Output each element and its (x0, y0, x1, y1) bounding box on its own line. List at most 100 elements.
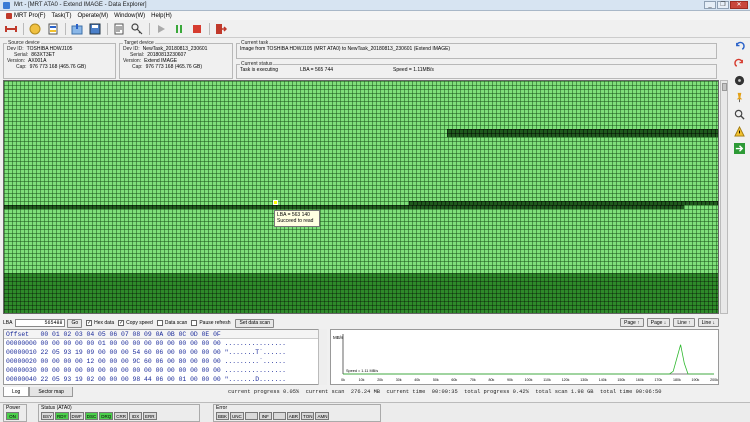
window-title: Mrt - [MRT ATA0 - Extend IMAGE - Data Ex… (14, 2, 147, 8)
status-led-dsc: DSC (84, 412, 99, 420)
x-tick-label: 160k (636, 378, 644, 382)
menu-window[interactable]: Window(W) (114, 13, 145, 19)
current-task-group: Current task Image from TOSHIBA HDWJ105 … (236, 40, 717, 59)
warning-icon[interactable] (734, 125, 746, 137)
exit-icon[interactable] (214, 22, 228, 36)
minimize-button[interactable]: _ (704, 1, 716, 9)
go-button[interactable]: Go (67, 318, 83, 328)
sector-tooltip: LBA = 563 140 Succeed to read (274, 210, 320, 227)
connect-icon[interactable] (4, 22, 18, 36)
x-tick-label: 150k (617, 378, 625, 382)
pause-refresh-checkbox[interactable]: Pause refresh (191, 320, 230, 326)
y-axis-label: MB/s (333, 335, 344, 340)
redo-icon[interactable] (734, 57, 746, 69)
play-icon[interactable] (154, 22, 168, 36)
hex-row: 00000030 00 00 00 00 00 00 00 00 00 00 0… (6, 367, 286, 374)
hex-scrollbar[interactable] (318, 329, 327, 385)
status-ata-group: Status (ATA0) BSY RDY DWF DSC DRQ CRR IDX ERR (38, 404, 200, 422)
status-led-bsy: BSY (41, 412, 55, 420)
close-button[interactable]: ✕ (730, 1, 748, 9)
bottom-tabs: Log Sector map (3, 387, 73, 397)
x-tick-label: 130k (580, 378, 588, 382)
error-led-unc: UNC (230, 412, 244, 420)
x-tick-label: 10k (359, 378, 365, 382)
error-led-amn: AMN (315, 412, 330, 420)
properties-icon[interactable] (112, 22, 126, 36)
scrollbar-thumb[interactable] (722, 83, 727, 91)
key-icon[interactable] (130, 22, 144, 36)
error-led-blank-4 (272, 412, 286, 420)
hex-row: 00000000 00 00 00 00 00 01 00 00 00 00 0… (6, 340, 286, 347)
controls-row: LBA Go ✓Hex data ✓Copy speed Data scan P… (3, 318, 719, 328)
x-tick-label: 90k (507, 378, 513, 382)
error-led-abr: ABR (286, 412, 301, 420)
pin-icon[interactable] (734, 91, 746, 103)
current-task-text: Image from TOSHIBA HDWJ105 (MRT ATA0) to… (240, 46, 451, 52)
sector-map[interactable] (3, 80, 719, 314)
hex-data-checkbox[interactable]: ✓ Hex data (86, 320, 114, 326)
undo-icon[interactable] (734, 40, 746, 52)
set-data-scan-button[interactable]: Set data scan (235, 318, 275, 328)
lba-input[interactable] (15, 319, 66, 327)
forward-icon[interactable] (734, 142, 746, 154)
status-led-crr: CRR (114, 412, 129, 420)
menu-operate[interactable]: Operate(M) (77, 13, 108, 19)
unread-run-1 (447, 129, 718, 137)
maximize-button[interactable]: ❐ (717, 1, 729, 9)
toolbar (0, 20, 750, 38)
tab-log[interactable]: Log (3, 387, 30, 397)
mrt-logo-icon (6, 12, 12, 19)
scanned-band-3 (4, 137, 718, 201)
x-tick-label: 110k (543, 378, 551, 382)
status-led-drq: DRQ (99, 412, 114, 420)
x-tick-label: 70k (470, 378, 476, 382)
error-led-bbk: BBK (216, 412, 230, 420)
x-tick-label: 20k (377, 378, 383, 382)
pause-icon[interactable] (172, 22, 186, 36)
progress-text: current progress 0.05% current scan 276.… (228, 389, 662, 395)
tab-sector-map[interactable]: Sector map (29, 387, 73, 397)
refresh-icon[interactable] (70, 22, 84, 36)
task-icon[interactable] (46, 22, 60, 36)
disk-icon[interactable] (28, 22, 42, 36)
app-icon (3, 1, 10, 9)
disk-scan-icon[interactable] (734, 74, 746, 86)
line-up-button[interactable]: Line ↑ (673, 318, 695, 327)
error-group: Error BBK UNC INF ABR TON AMN (213, 404, 381, 422)
hex-row: 00000020 00 00 00 00 12 00 00 00 9C 60 0… (6, 358, 286, 365)
lba-label: LBA (3, 320, 13, 326)
speed-chart-svg: MB/s Speed = 1.11 MB/s 0k 10k 20k 30k 40k 50k 60… (333, 334, 718, 382)
x-tick-label: 40k (414, 378, 420, 382)
stop-icon[interactable] (190, 22, 204, 36)
title-bar: Mrt - [MRT ATA0 - Extend IMAGE - Data Ex… (0, 0, 750, 11)
page-up-button[interactable]: Page ↑ (620, 318, 644, 327)
target-cap: Cap: 976 773 168 (465.76 GB) (132, 64, 202, 70)
sector-map-scrollbar[interactable] (720, 80, 728, 314)
hex-view[interactable]: Offset 00 01 02 03 04 05 06 07 08 09 0A … (3, 329, 327, 385)
menu-help[interactable]: Help(H) (151, 13, 172, 19)
info-panel: Source device Dev ID: TOSHIBA HDWJ105 Ser… (3, 40, 717, 79)
line-down-button[interactable]: Line ↓ (697, 318, 719, 327)
error-led-inf: INF (258, 412, 272, 420)
hex-header: Offset 00 01 02 03 04 05 06 07 08 09 0A … (4, 330, 326, 339)
search-icon[interactable] (734, 108, 746, 120)
hex-row: 00000010 22 05 93 19 09 00 00 00 54 60 0… (6, 349, 286, 356)
menu-task[interactable]: Task(T) (51, 13, 71, 19)
source-device-group: Source device Dev ID: TOSHIBA HDWJ105 Ser… (3, 40, 116, 79)
save-icon[interactable] (88, 22, 102, 36)
right-sidebar (731, 40, 748, 170)
page-down-button[interactable]: Page ↓ (646, 318, 671, 327)
data-scan-checkbox[interactable]: Data scan (156, 320, 187, 326)
status-bar: Power ON Status (ATA0) BSY RDY DWF DSC DRQ CR… (0, 402, 750, 422)
scanned-band-1 (4, 81, 718, 129)
hex-row: 00000040 22 05 93 19 02 00 00 00 98 44 0… (6, 376, 286, 383)
target-device-group: Target device Dev ID: NewTask_20180813_23… (119, 40, 233, 79)
x-tick-label: 0k (341, 378, 345, 382)
menu-mrt-pro[interactable]: MRT Pro(F) (6, 12, 45, 19)
power-led: ON (6, 412, 19, 420)
x-tick-label: 170k (654, 378, 662, 382)
x-tick-label: 140k (599, 378, 607, 382)
current-sector-marker (273, 200, 278, 205)
copy-speed-checkbox[interactable]: ✓ Copy speed (118, 320, 153, 326)
x-tick-label: 60k (451, 378, 457, 382)
